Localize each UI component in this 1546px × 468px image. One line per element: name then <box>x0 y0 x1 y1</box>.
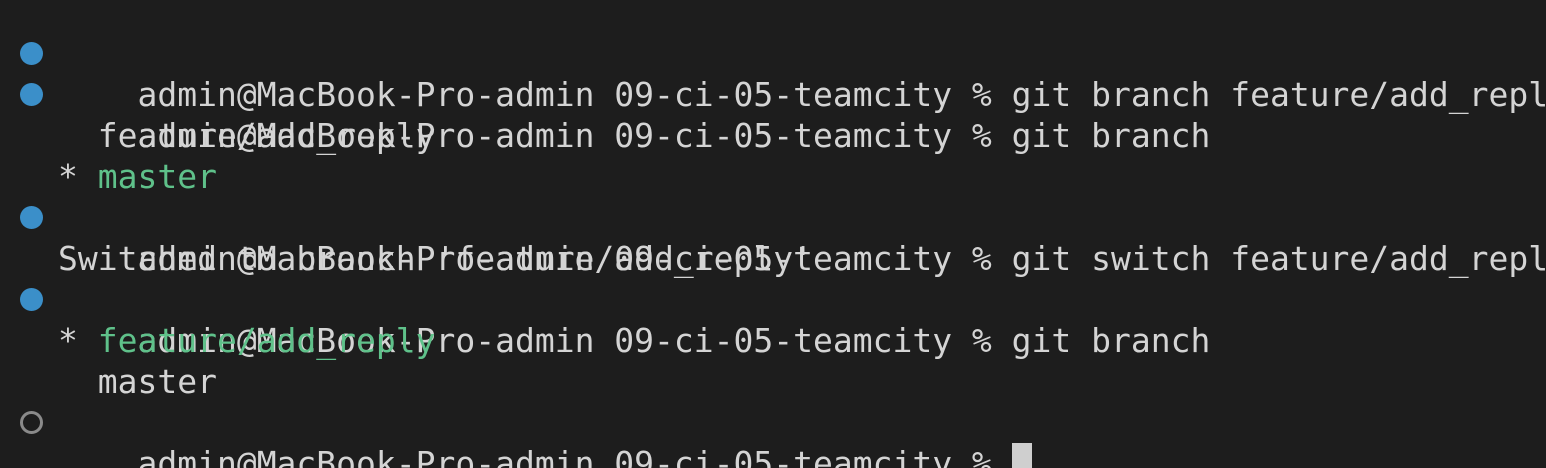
terminal-panel[interactable]: admin@MacBook-Pro-admin 09-ci-05-teamcit… <box>0 0 1546 468</box>
command-line: admin@MacBook-Pro-admin 09-ci-05-teamcit… <box>0 33 1546 114</box>
prompt: admin@MacBook-Pro-admin 09-ci-05-teamcit… <box>137 444 992 468</box>
text-cursor <box>1011 443 1032 468</box>
branch-name: master <box>58 362 217 401</box>
command-success-marker-icon[interactable] <box>20 288 43 311</box>
current-branch-star: * <box>58 157 98 196</box>
output-line: Switched to branch 'feature/add_reply' <box>0 238 1546 279</box>
command-success-marker-icon[interactable] <box>20 42 43 65</box>
current-branch-name: master <box>97 157 217 196</box>
branch-name: feature/add_reply <box>58 116 436 155</box>
output-line: feature/add_reply <box>0 115 1546 156</box>
command-pending-marker-icon <box>20 411 43 434</box>
command-success-marker-icon[interactable] <box>20 206 43 229</box>
command-success-marker-icon[interactable] <box>20 83 43 106</box>
active-command-line[interactable]: admin@MacBook-Pro-admin 09-ci-05-teamcit… <box>0 402 1546 468</box>
output-line: master <box>0 361 1546 402</box>
output-line: * feature/add_reply <box>0 320 1546 361</box>
current-branch-star: * <box>58 321 98 360</box>
command-line: admin@MacBook-Pro-admin 09-ci-05-teamcit… <box>0 74 1546 155</box>
command-line: admin@MacBook-Pro-admin 09-ci-05-teamcit… <box>0 279 1546 360</box>
output-line: * master <box>0 156 1546 197</box>
switch-message: Switched to branch 'feature/add_reply' <box>58 239 813 278</box>
command-line: admin@MacBook-Pro-admin 09-ci-05-teamcit… <box>0 197 1546 278</box>
current-branch-name: feature/add_reply <box>97 321 436 360</box>
